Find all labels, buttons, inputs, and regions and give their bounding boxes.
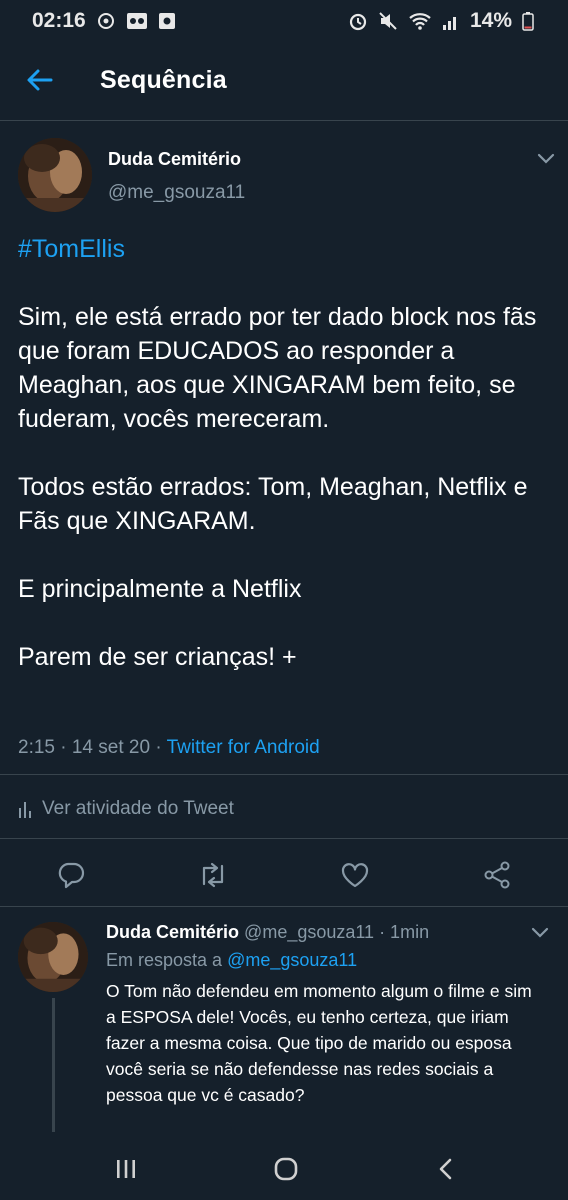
recents-button[interactable]: [106, 1152, 146, 1186]
mute-icon: [378, 11, 398, 31]
signal-icon: [442, 11, 460, 31]
recents-icon: [117, 1160, 135, 1178]
back-nav-button[interactable]: [426, 1152, 466, 1186]
retweet-button[interactable]: [196, 858, 230, 892]
author-handle[interactable]: @me_gsouza11: [108, 182, 245, 204]
back-button[interactable]: [22, 62, 58, 98]
hashtag-link[interactable]: #TomEllis: [18, 235, 125, 263]
battery-percent: 14%: [469, 9, 512, 32]
reply-author-name[interactable]: Duda Cemitério: [106, 922, 239, 942]
chevron-down-icon[interactable]: [530, 926, 550, 940]
divider: [0, 774, 568, 775]
status-time: 02:16: [32, 9, 86, 32]
thread-line: [52, 998, 55, 1132]
voicemail-icon: [126, 11, 148, 31]
activity-label: Ver atividade do Tweet: [42, 798, 234, 819]
home-icon: [274, 1157, 298, 1181]
notification-icon: [158, 11, 176, 31]
reply-icon: [58, 862, 85, 889]
reply-avatar[interactable]: [18, 922, 88, 992]
share-button[interactable]: [480, 858, 514, 892]
back-arrow-icon: [27, 69, 53, 91]
reply-text: O Tom não defendeu em momento algum o fi…: [106, 981, 532, 1105]
reply-handle-time: @me_gsouza11 · 1min: [244, 922, 430, 942]
top-bar: Sequência: [0, 42, 568, 121]
tweet-text: #TomEllis Sim, ele está errado por ter d…: [18, 232, 558, 674]
share-icon: [484, 861, 510, 889]
chevron-left-icon: [439, 1158, 452, 1180]
author-name[interactable]: Duda Cemitério: [108, 149, 241, 170]
avatar[interactable]: [18, 138, 92, 212]
source-link[interactable]: Twitter for Android: [167, 737, 320, 758]
tweet-timestamp: 2:15 · 14 set 20 · Twitter for Android: [18, 737, 320, 759]
replying-to: Em resposta a @me_gsouza11: [106, 950, 357, 971]
alarm-icon: [348, 11, 368, 31]
replying-to-label: Em resposta a: [106, 950, 223, 970]
divider: [0, 906, 568, 907]
retweet-icon: [202, 862, 224, 888]
replying-to-handle[interactable]: @me_gsouza11: [227, 950, 357, 970]
system-nav-bar: [0, 1138, 568, 1200]
reply-button[interactable]: [54, 858, 88, 892]
timestamp-text: 2:15 · 14 set 20 ·: [18, 737, 167, 758]
reply-header: Duda Cemitério @me_gsouza11 · 1min: [106, 922, 429, 943]
divider: [0, 838, 568, 839]
chevron-down-icon[interactable]: [536, 152, 556, 166]
bar-chart-icon: [19, 802, 31, 818]
tweet-activity-link[interactable]: Ver atividade do Tweet: [18, 798, 234, 820]
home-button[interactable]: [266, 1152, 306, 1186]
wifi-icon: [408, 11, 432, 31]
like-icon: [341, 863, 369, 888]
page-title: Sequência: [100, 66, 227, 94]
status-bar: 02:16 14%: [0, 0, 568, 42]
battery-icon: [522, 11, 534, 31]
sync-icon: [96, 11, 116, 31]
like-button[interactable]: [338, 858, 372, 892]
tweet-body: Sim, ele está errado por ter dado block …: [18, 303, 537, 671]
